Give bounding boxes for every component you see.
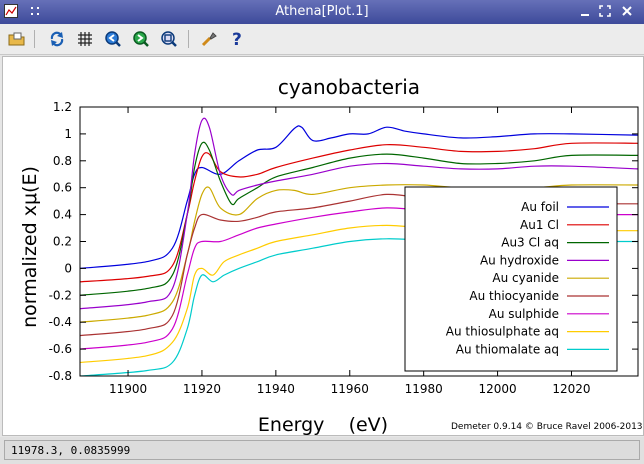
- x-tick-label: 11980: [405, 382, 443, 396]
- svg-text:?: ?: [232, 30, 242, 48]
- chart-title: cyanobacteria: [278, 75, 420, 99]
- zoom-reset-icon[interactable]: [158, 28, 180, 50]
- window-title: Athena[Plot.1]: [275, 4, 369, 19]
- legend-label: Au thiosulphate aq: [446, 325, 559, 339]
- y-tick-label: -0.2: [49, 288, 72, 302]
- open-folder-icon[interactable]: [6, 28, 28, 50]
- x-tick-label: 12020: [552, 382, 590, 396]
- y-tick-label: 1.2: [53, 100, 72, 114]
- y-tick-label: 1: [64, 127, 72, 141]
- grid-icon[interactable]: [74, 28, 96, 50]
- legend-label: Au foil: [521, 200, 559, 214]
- x-tick-label: 11920: [183, 382, 221, 396]
- x-axis-label: Energy (eV): [258, 414, 388, 435]
- x-tick-label: 11900: [109, 382, 147, 396]
- legend-label: Au thiomalate aq: [456, 342, 559, 356]
- window-titlebar: Athena[Plot.1]: [0, 0, 644, 24]
- close-icon[interactable]: [620, 4, 634, 18]
- xanes-chart[interactable]: cyanobacteria 11900 11920 11940 11960 11980 1…: [3, 57, 643, 436]
- x-tick-label: 11960: [331, 382, 369, 396]
- y-axis-label: normalized xμ(E): [19, 166, 41, 328]
- legend-label: Au cyanide: [492, 271, 559, 285]
- help-icon[interactable]: ?: [226, 28, 248, 50]
- toolbar-separator: [188, 30, 189, 48]
- demeter-credit: Demeter 0.9.14 © Bruce Ravel 2006-2013: [451, 422, 643, 432]
- plot-canvas[interactable]: cyanobacteria 11900 11920 11940 11960 11980 1…: [2, 56, 644, 436]
- status-bar: 11978.3, 0.0835999: [0, 437, 644, 464]
- legend: Au foil Au1 Cl Au3 Cl aq Au hydroxide Au cya…: [404, 186, 618, 372]
- y-tick-label: 0.8: [53, 154, 72, 168]
- legend-label: Au hydroxide: [480, 253, 559, 267]
- toolbar-separator: [34, 30, 35, 48]
- cursor-coordinates: 11978.3, 0.0835999: [4, 440, 640, 460]
- legend-label: Au3 Cl aq: [501, 236, 559, 250]
- minimize-icon[interactable]: [578, 4, 592, 18]
- y-tick-label: -0.4: [49, 315, 72, 329]
- y-tick-label: 0: [64, 261, 72, 275]
- y-tick-label: 0.4: [53, 208, 72, 222]
- plot-toolbar: ?: [0, 24, 644, 55]
- zoom-out-icon[interactable]: [130, 28, 152, 50]
- zoom-in-icon[interactable]: [102, 28, 124, 50]
- settings-icon[interactable]: [198, 28, 220, 50]
- y-tick-label: 0.6: [53, 181, 72, 195]
- y-tick-label: 0.2: [53, 235, 72, 249]
- x-tick-label: 11940: [257, 382, 295, 396]
- x-tick-label: 12000: [478, 382, 516, 396]
- y-tick-label: -0.8: [49, 369, 72, 383]
- y-tick-label: -0.6: [49, 342, 72, 356]
- refresh-icon[interactable]: [46, 28, 68, 50]
- legend-label: Au thiocyanide: [469, 289, 559, 303]
- legend-label: Au sulphide: [489, 307, 559, 321]
- legend-label: Au1 Cl: [520, 218, 559, 232]
- maximize-icon[interactable]: [598, 4, 612, 18]
